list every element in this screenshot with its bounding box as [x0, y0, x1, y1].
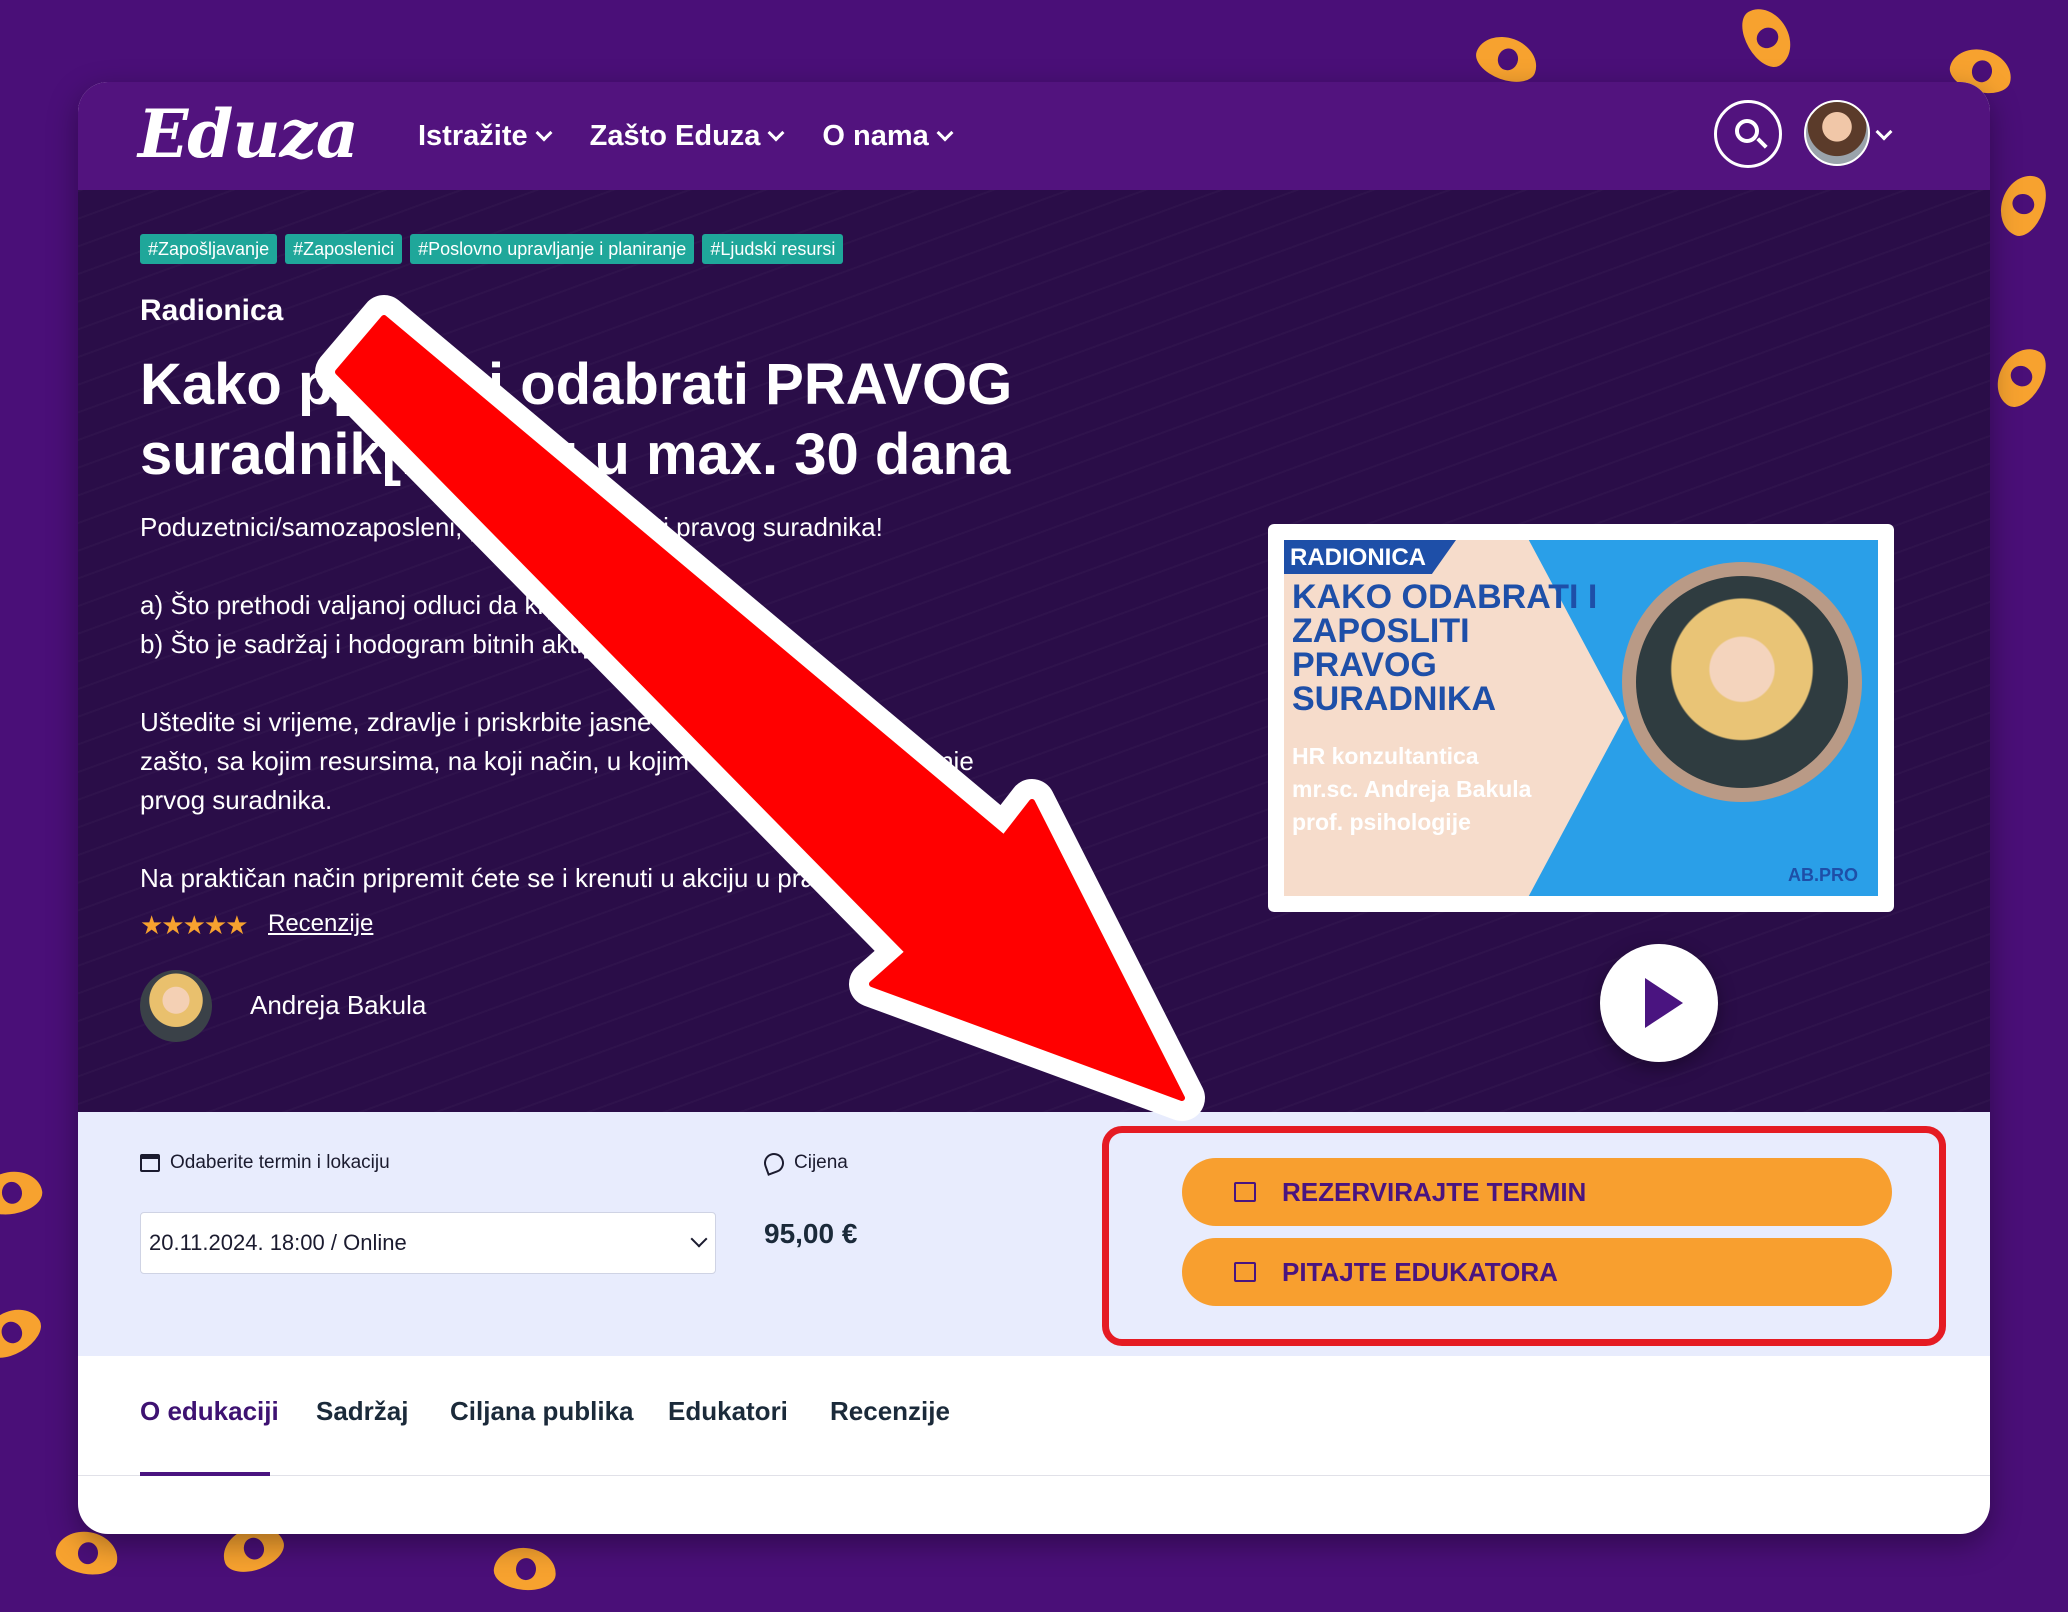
educator-portrait [1636, 576, 1848, 788]
chevron-down-icon[interactable] [1875, 123, 1893, 141]
background-eye-icon [1470, 28, 1544, 90]
nav-item-istrazite[interactable]: Istražite [418, 112, 553, 160]
play-button[interactable] [1600, 944, 1718, 1062]
chevron-down-icon [690, 1230, 708, 1248]
nav-item-label: Zašto Eduza [589, 120, 761, 152]
calendar-icon [140, 1154, 160, 1172]
booking-bar: Odaberite termin i lokaciju 20.11.2024. … [78, 1112, 1990, 1356]
poster-badge: RADIONICA [1284, 540, 1456, 574]
background-eye-icon [1987, 339, 2055, 415]
course-description: Poduzetnici/samozaposleni, [...] kako za… [140, 508, 1180, 937]
tag[interactable]: #Zapošljavanje [140, 234, 278, 264]
nav-item-label: O nama [822, 120, 929, 152]
play-icon [1645, 978, 1683, 1028]
tab-o-edukaciji[interactable]: O edukaciji [140, 1396, 279, 1427]
video-thumbnail[interactable]: RADIONICA KAKO ODABRATI I ZAPOSLITI PRAV… [1268, 524, 1894, 912]
chevron-down-icon [767, 124, 785, 142]
background-eye-icon [1992, 168, 2054, 242]
tab-ciljana-publika[interactable]: Ciljana publika [450, 1396, 634, 1427]
tab-recenzije[interactable]: Recenzije [830, 1396, 950, 1427]
poster-subtitle-line: HR konzultantica [1292, 743, 1479, 769]
rating-stars: ★★★★★ [140, 910, 249, 940]
brand-logo: AB.PRO [1787, 865, 1858, 885]
poster-subtitle-line: mr.sc. Andreja Bakula [1292, 776, 1532, 802]
description-paragraph: Poduzetnici/samozaposleni, [...] kako za… [140, 512, 883, 542]
date-label-text: Odaberite termin i lokaciju [170, 1152, 390, 1173]
background-eye-icon [492, 1545, 558, 1593]
price-label: Cijena [761, 1150, 848, 1176]
tab-sadrzaj[interactable]: Sadržaj [316, 1396, 409, 1427]
educator-name[interactable]: Andreja Bakula [250, 990, 426, 1021]
nav-item-o-nama[interactable]: O nama [822, 112, 954, 160]
background-eye-icon [0, 1299, 49, 1367]
educator-avatar[interactable] [140, 970, 212, 1042]
poster-title: KAKO ODABRATI I ZAPOSLITI PRAVOG SURADNI… [1292, 578, 1598, 718]
search-button[interactable] [1714, 100, 1782, 168]
tag-list: #Zapošljavanje #Zaposlenici #Poslovno up… [140, 234, 844, 264]
price-value: 95,00 € [764, 1218, 858, 1249]
description-paragraph: a) Što prethodi valjanoj odluci da kr[..… [140, 586, 1180, 664]
background-eye-icon [52, 1526, 122, 1580]
eduza-logo[interactable]: Eduza [138, 94, 359, 174]
tag[interactable]: #Zaposlenici [285, 234, 403, 264]
active-tab-indicator [140, 1472, 270, 1476]
annotation-highlight-box [1102, 1126, 1946, 1346]
description-line: prvog suradnika. [140, 785, 333, 815]
chevron-down-icon [535, 124, 553, 142]
description-paragraph: Na praktičan način pripremit ćete se i k… [140, 863, 909, 893]
top-navbar: Eduza Istražite Zašto Eduza O nama [78, 82, 1990, 190]
nav-item-label: Istražite [418, 120, 528, 152]
tab-edukatori[interactable]: Edukatori [668, 1396, 788, 1427]
description-line: a) Što prethodi valjanoj odluci da kr[..… [140, 590, 617, 620]
main-nav: Istražite Zašto Eduza O nama [418, 112, 954, 160]
description-line: b) Što je sadržaj i hodogram bitnih akti… [140, 629, 619, 659]
search-icon-handle [1756, 137, 1768, 149]
select-value: 20.11.2024. 18:00 / Online [149, 1230, 407, 1255]
poster-subtitle: HR konzultantica mr.sc. Andreja Bakula p… [1292, 740, 1612, 839]
title-line: suradnik[...]rtku u max. 30 dana [140, 422, 1011, 487]
nav-item-zasto-eduza[interactable]: Zašto Eduza [589, 112, 785, 160]
background-eye-icon [1733, 0, 1801, 75]
user-avatar[interactable] [1804, 100, 1870, 166]
price-tag-icon [761, 1150, 787, 1176]
reviews-link[interactable]: Recenzije [268, 910, 373, 938]
tag[interactable]: #Poslovno upravljanje i planiranje [410, 234, 695, 264]
description-paragraph: Uštedite si vrijeme, zdravlje i priskrbi… [140, 703, 1180, 820]
chevron-down-icon [936, 124, 954, 142]
poster-subtitle-line: prof. psihologije [1292, 809, 1471, 835]
course-type: Radionica [140, 294, 284, 327]
background-eye-icon [0, 1166, 46, 1220]
date-location-select[interactable]: 20.11.2024. 18:00 / Online [140, 1212, 716, 1274]
price-label-text: Cijena [794, 1152, 848, 1173]
description-line: Uštedite si vrijeme, zdravlje i priskrbi… [140, 707, 752, 737]
course-page-card: Eduza Istražite Zašto Eduza O nama #Zapo… [78, 82, 1990, 1534]
tag[interactable]: #Ljudski resursi [702, 234, 844, 264]
course-hero: #Zapošljavanje #Zaposlenici #Poslovno up… [78, 190, 1990, 1112]
date-label: Odaberite termin i lokaciju [140, 1152, 390, 1174]
video-poster: RADIONICA KAKO ODABRATI I ZAPOSLITI PRAV… [1284, 540, 1878, 896]
title-line: Kako p[...]iti i odabrati PRAVOG [140, 352, 1013, 417]
course-tabs: O edukaciji Sadržaj Ciljana publika Eduk… [78, 1356, 1990, 1476]
page-title: Kako p[...]iti i odabrati PRAVOG suradni… [140, 350, 1180, 490]
description-line: zašto, sa kojim resursima, na koji način… [140, 746, 974, 776]
